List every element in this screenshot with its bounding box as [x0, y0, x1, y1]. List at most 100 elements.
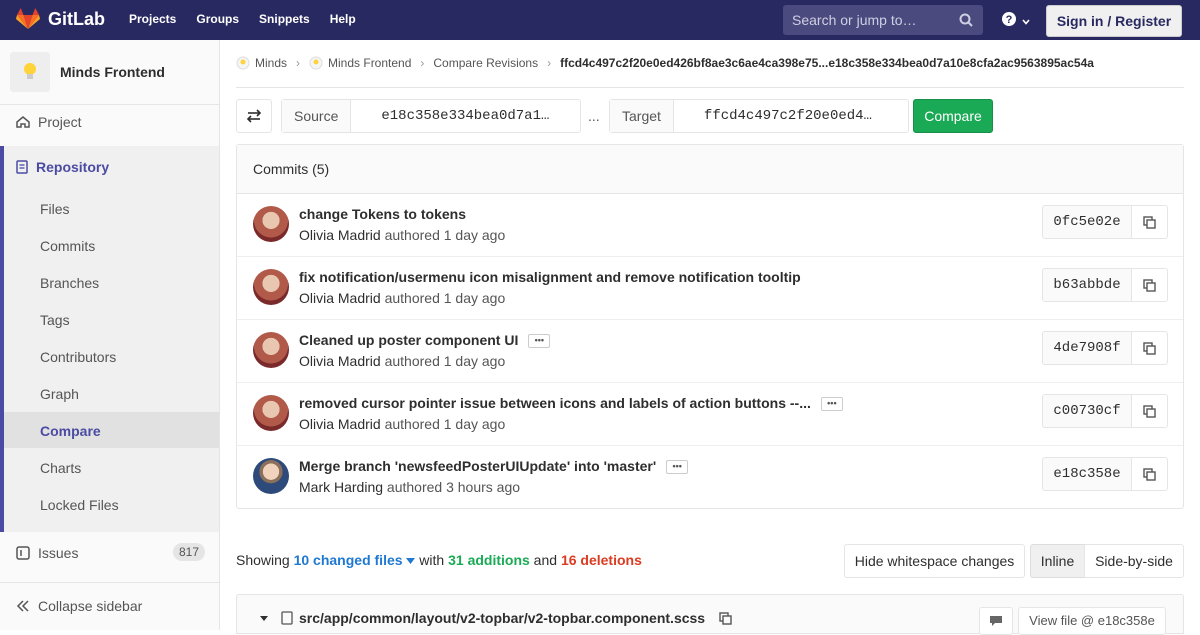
- expand-message-button[interactable]: •••: [666, 460, 689, 475]
- active-item-highlight: [4, 412, 219, 448]
- commit-sha[interactable]: e18c358e: [1042, 457, 1132, 491]
- doc-icon: [16, 160, 28, 174]
- changed-files-dropdown[interactable]: 10 changed files: [294, 552, 416, 568]
- expand-message-button[interactable]: •••: [820, 397, 843, 412]
- sidebar-item-repository[interactable]: Repository: [16, 159, 109, 175]
- commit-row: fix notification/usermenu icon misalignm…: [237, 257, 1183, 320]
- source-field[interactable]: Source e18c358e334bea0d7a1…: [281, 99, 581, 133]
- question-icon: ?: [1002, 12, 1016, 26]
- commit-title[interactable]: change Tokens to tokens: [299, 206, 466, 222]
- avatar[interactable]: [253, 269, 289, 305]
- minds-avatar-icon: [236, 56, 250, 70]
- commit-row: removed cursor pointer issue between ico…: [237, 383, 1183, 446]
- target-label: Target: [610, 100, 674, 132]
- lightbulb-icon: [24, 63, 36, 79]
- source-value[interactable]: e18c358e334bea0d7a1…: [351, 100, 579, 132]
- commit-sha[interactable]: 0fc5e02e: [1042, 205, 1132, 239]
- copy-sha-button[interactable]: [1131, 268, 1168, 302]
- avatar[interactable]: [253, 395, 289, 431]
- copy-icon: [1143, 404, 1156, 418]
- breadcrumb: Minds › Minds Frontend › Compare Revisio…: [236, 56, 1094, 70]
- inline-view-button[interactable]: Inline: [1030, 544, 1085, 578]
- author-name[interactable]: Olivia Madrid: [299, 353, 381, 369]
- avatar[interactable]: [253, 458, 289, 494]
- expand-message-button[interactable]: •••: [528, 334, 551, 349]
- commit-title[interactable]: removed cursor pointer issue between ico…: [299, 395, 843, 412]
- svg-text:?: ?: [1006, 14, 1013, 26]
- author-name[interactable]: Olivia Madrid: [299, 416, 381, 432]
- caret-down-icon[interactable]: [259, 614, 269, 622]
- sidebar-subitem-files[interactable]: Files: [40, 201, 70, 217]
- divider: [236, 87, 1184, 88]
- issues-icon: [16, 546, 30, 560]
- swap-revisions-button[interactable]: [236, 99, 272, 133]
- sidebar-subitem-compare[interactable]: Compare: [40, 423, 101, 439]
- commit-title[interactable]: Merge branch 'newsfeedPosterUIUpdate' in…: [299, 458, 689, 475]
- commit-title[interactable]: Cleaned up poster component UI •••: [299, 332, 551, 349]
- comment-icon: [990, 616, 1002, 626]
- copy-icon: [1143, 341, 1156, 355]
- target-value[interactable]: ffcd4c497c2f20e0ed4…: [674, 100, 902, 132]
- main-nav: Projects Groups Snippets Help: [129, 12, 376, 26]
- commit-title[interactable]: fix notification/usermenu icon misalignm…: [299, 269, 801, 285]
- breadcrumb-compare[interactable]: Compare Revisions: [433, 56, 538, 70]
- gitlab-logo[interactable]: GitLab: [16, 8, 105, 30]
- copy-sha-button[interactable]: [1131, 331, 1168, 365]
- target-field[interactable]: Target ffcd4c497c2f20e0ed4…: [609, 99, 909, 133]
- copy-icon: [1143, 467, 1156, 481]
- sidebar-item-issues[interactable]: Issues: [16, 545, 78, 561]
- comment-button[interactable]: [979, 607, 1013, 635]
- copy-icon: [1143, 278, 1156, 292]
- copy-sha-button[interactable]: [1131, 205, 1168, 239]
- sidebar-item-label: Repository: [36, 159, 110, 175]
- side-by-side-view-button[interactable]: Side-by-side: [1084, 544, 1184, 578]
- commit-author: Mark Harding authored 3 hours ago: [299, 479, 521, 495]
- author-name[interactable]: Olivia Madrid: [299, 227, 381, 243]
- search-icon: [959, 13, 973, 27]
- breadcrumb-project[interactable]: Minds Frontend: [328, 56, 411, 70]
- signin-button[interactable]: Sign in / Register: [1046, 5, 1182, 37]
- commit-sha[interactable]: c00730cf: [1042, 394, 1132, 428]
- copy-icon: [1143, 215, 1156, 229]
- sidebar-subitem-charts[interactable]: Charts: [40, 460, 81, 476]
- author-name[interactable]: Olivia Madrid: [299, 290, 381, 306]
- file-path[interactable]: src/app/common/layout/v2-topbar/v2-topba…: [259, 610, 732, 626]
- collapse-sidebar-button[interactable]: Collapse sidebar: [16, 598, 142, 614]
- hide-whitespace-button[interactable]: Hide whitespace changes: [844, 544, 1025, 578]
- nav-help[interactable]: Help: [330, 12, 356, 26]
- view-file-button[interactable]: View file @ e18c358e: [1018, 607, 1166, 635]
- breadcrumb-current[interactable]: ffcd4c497c2f20e0ed426bf8ae3c6ae4ca398e75…: [560, 56, 1094, 70]
- copy-sha-button[interactable]: [1131, 457, 1168, 491]
- copy-icon[interactable]: [719, 611, 732, 625]
- file-path-label: src/app/common/layout/v2-topbar/v2-topba…: [299, 610, 706, 626]
- help-dropdown[interactable]: ?: [1001, 11, 1031, 30]
- author-name[interactable]: Mark Harding: [299, 479, 383, 495]
- tanuki-icon: [16, 8, 40, 29]
- project-avatar: [10, 52, 50, 92]
- sidebar-subitem-locked-files[interactable]: Locked Files: [40, 497, 119, 513]
- sidebar-subitem-tags[interactable]: Tags: [40, 312, 70, 328]
- nav-snippets[interactable]: Snippets: [259, 12, 310, 26]
- compare-button[interactable]: Compare: [913, 99, 993, 133]
- commit-sha[interactable]: 4de7908f: [1042, 331, 1132, 365]
- sidebar-subitem-branches[interactable]: Branches: [40, 275, 99, 291]
- breadcrumb-chevron-icon: ›: [296, 56, 301, 70]
- sidebar-item-project[interactable]: Project: [16, 114, 82, 130]
- sidebar-subitem-contributors[interactable]: Contributors: [40, 349, 116, 365]
- sidebar-subitem-graph[interactable]: Graph: [40, 386, 79, 402]
- file-icon: [281, 611, 293, 625]
- collapse-label: Collapse sidebar: [38, 598, 143, 614]
- sidebar-project[interactable]: Minds Frontend: [10, 52, 165, 92]
- commit-sha[interactable]: b63abbde: [1042, 268, 1132, 302]
- search-input[interactable]: Search or jump to…: [783, 5, 983, 35]
- copy-sha-button[interactable]: [1131, 394, 1168, 428]
- breadcrumb-minds[interactable]: Minds: [255, 56, 287, 70]
- project-avatar-icon: [309, 56, 323, 70]
- diff-file-header: src/app/common/layout/v2-topbar/v2-topba…: [236, 594, 1184, 635]
- avatar[interactable]: [253, 332, 289, 368]
- range-separator: ...: [588, 108, 600, 124]
- sidebar-subitem-commits[interactable]: Commits: [40, 238, 95, 254]
- nav-projects[interactable]: Projects: [129, 12, 176, 26]
- nav-groups[interactable]: Groups: [196, 12, 239, 26]
- avatar[interactable]: [253, 206, 289, 242]
